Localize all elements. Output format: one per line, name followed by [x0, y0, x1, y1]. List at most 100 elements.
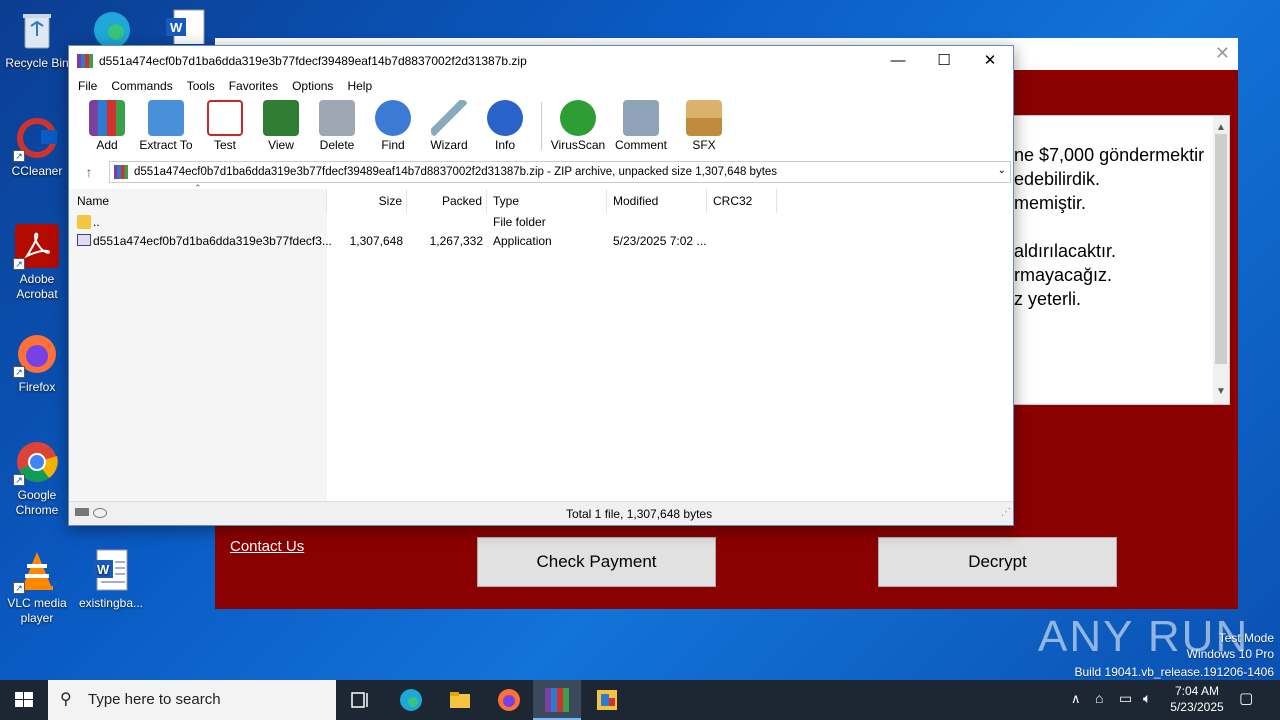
- info-icon: [487, 100, 523, 136]
- notification-icon[interactable]: ▢: [1239, 689, 1253, 707]
- vlc-icon: ↗: [13, 548, 59, 594]
- up-arrow-icon[interactable]: ↑: [69, 164, 109, 180]
- find-icon: [375, 100, 411, 136]
- ccleaner-icon: ↗: [13, 116, 59, 162]
- winrar-taskbar-button[interactable]: [533, 680, 581, 720]
- desktop-icon-adobe-acrobat[interactable]: ↗ Adobe Acrobat: [1, 224, 73, 302]
- clock[interactable]: 7:04 AM 5/23/2025: [1162, 683, 1232, 715]
- start-button[interactable]: [0, 680, 48, 720]
- decrypt-button[interactable]: Decrypt: [878, 537, 1117, 587]
- delete-icon: [319, 100, 355, 136]
- close-icon[interactable]: ✕: [1215, 43, 1230, 64]
- task-view-icon[interactable]: [349, 688, 373, 712]
- search-icon: ⚲: [60, 691, 72, 708]
- acrobat-icon: ↗: [13, 224, 59, 270]
- toolbar-label: Delete: [319, 138, 355, 152]
- delete-button[interactable]: Delete: [309, 96, 365, 156]
- file-list[interactable]: Name ⌃ Size Packed Type Modified CRC32 .…: [69, 183, 1013, 501]
- toolbar-label: SFX: [692, 138, 716, 152]
- chevron-up-icon[interactable]: ∧: [1071, 691, 1081, 707]
- menu-tools[interactable]: Tools: [180, 79, 222, 93]
- info-button[interactable]: Info: [477, 96, 533, 156]
- scroll-down-icon[interactable]: ▼: [1216, 380, 1226, 404]
- word-desktop-icon[interactable]: W: [164, 8, 208, 47]
- key-icon: [93, 508, 107, 518]
- view-button[interactable]: View: [253, 96, 309, 156]
- menu-options[interactable]: Options: [285, 79, 340, 93]
- virusscan-button[interactable]: VirusScan: [550, 96, 606, 156]
- volume-icon[interactable]: 🔈︎: [1143, 690, 1151, 707]
- wizard-button[interactable]: Wizard: [421, 96, 477, 156]
- sfx-button[interactable]: SFX: [676, 96, 732, 156]
- file-name: d551a474ecf0b7d1ba6dda319e3b77fdecf3...: [93, 234, 332, 248]
- comment-icon: [623, 100, 659, 136]
- scrollbar-thumb[interactable]: [1215, 134, 1227, 364]
- firefox-taskbar-icon[interactable]: [497, 688, 521, 712]
- path-bar: ↑ d551a474ecf0b7d1ba6dda319e3b77fdecf394…: [69, 160, 1013, 184]
- close-button[interactable]: ✕: [967, 46, 1013, 76]
- desktop-icon-google-chrome[interactable]: ↗ Google Chrome: [1, 440, 73, 518]
- contact-us-link[interactable]: Contact Us: [230, 538, 304, 555]
- find-button[interactable]: Find: [365, 96, 421, 156]
- tray-app-icon[interactable]: ⌂: [1095, 690, 1103, 706]
- toolbar-label: Wizard: [430, 138, 468, 152]
- ransom-message-line: z yeterli.: [1014, 289, 1082, 309]
- chevron-down-icon[interactable]: ⌄: [998, 165, 1006, 176]
- word-document-icon: W: [89, 548, 133, 592]
- toolbar-label: Comment: [614, 138, 667, 152]
- minimize-button[interactable]: —: [875, 46, 921, 76]
- edge-taskbar-icon[interactable]: [399, 688, 423, 712]
- check-payment-button[interactable]: Check Payment: [477, 537, 716, 587]
- edge-icon: [94, 12, 130, 48]
- edge-desktop-icon[interactable]: [88, 6, 136, 48]
- extract-to-button[interactable]: Extract To: [135, 96, 197, 156]
- chrome-icon: ↗: [13, 440, 59, 486]
- windows-edition-watermark: Windows 10 Pro: [1186, 647, 1274, 661]
- add-button[interactable]: Add: [79, 96, 135, 156]
- path-field[interactable]: d551a474ecf0b7d1ba6dda319e3b77fdecf39489…: [109, 161, 1011, 183]
- view-icon: [263, 100, 299, 136]
- column-header-size[interactable]: Size: [327, 189, 407, 213]
- file-explorer-icon[interactable]: [448, 688, 472, 712]
- message-scrollbar[interactable]: ▲ ▼: [1213, 116, 1229, 404]
- svg-text:W: W: [97, 562, 110, 577]
- maximize-button[interactable]: ☐: [921, 46, 967, 76]
- test-icon: [207, 100, 243, 136]
- clock-time: 7:04 AM: [1174, 684, 1220, 698]
- desktop-icon-label: Recycle Bin: [5, 56, 69, 70]
- toolbar-separator: [541, 102, 542, 150]
- desktop-icon-vlc[interactable]: ↗ VLC media player: [1, 548, 73, 626]
- ransom-message-box[interactable]: ne $7,000 göndermektir edebilirdik. memi…: [1005, 115, 1230, 405]
- toolbar-label: Add: [96, 138, 118, 152]
- ransomware-app-icon[interactable]: [595, 688, 619, 712]
- column-header-modified[interactable]: Modified: [607, 189, 707, 213]
- column-header-type[interactable]: Type: [487, 189, 607, 213]
- column-header-packed[interactable]: Packed: [407, 189, 487, 213]
- desktop-icon-label: CCleaner: [11, 164, 63, 178]
- clock-date: 5/23/2025: [1170, 700, 1224, 714]
- menu-favorites[interactable]: Favorites: [222, 79, 285, 93]
- window-title: d551a474ecf0b7d1ba6dda319e3b77fdecf39489…: [99, 54, 527, 68]
- firefox-icon: ↗: [13, 332, 59, 378]
- desktop-icon-word-doc[interactable]: W existingba...: [75, 548, 147, 611]
- network-icon[interactable]: ▭: [1119, 690, 1132, 707]
- toolbar-label: VirusScan: [550, 138, 606, 152]
- menu-help[interactable]: Help: [340, 79, 379, 93]
- menu-file[interactable]: File: [71, 79, 104, 93]
- resize-grip-icon[interactable]: ⋰: [1001, 501, 1011, 525]
- desktop-icon-firefox[interactable]: ↗ Firefox: [1, 332, 73, 395]
- column-header-crc32[interactable]: CRC32: [707, 189, 777, 213]
- winrar-app-icon: [77, 54, 93, 68]
- toolbar-label: View: [268, 138, 294, 152]
- desktop-icon-recycle-bin[interactable]: Recycle Bin: [1, 8, 73, 71]
- search-placeholder: Type here to search: [88, 691, 221, 708]
- winrar-titlebar[interactable]: d551a474ecf0b7d1ba6dda319e3b77fdecf39489…: [69, 46, 1013, 76]
- desktop-icon-ccleaner[interactable]: ↗ CCleaner: [1, 116, 73, 179]
- ransom-message-line: aldırılacaktır.: [1014, 241, 1117, 261]
- taskbar-search-box[interactable]: ⚲ Type here to search: [48, 680, 336, 720]
- menu-commands[interactable]: Commands: [104, 79, 179, 93]
- comment-button[interactable]: Comment: [606, 96, 676, 156]
- sfx-icon: [686, 100, 722, 136]
- recycle-bin-icon: [15, 8, 59, 52]
- test-button[interactable]: Test: [197, 96, 253, 156]
